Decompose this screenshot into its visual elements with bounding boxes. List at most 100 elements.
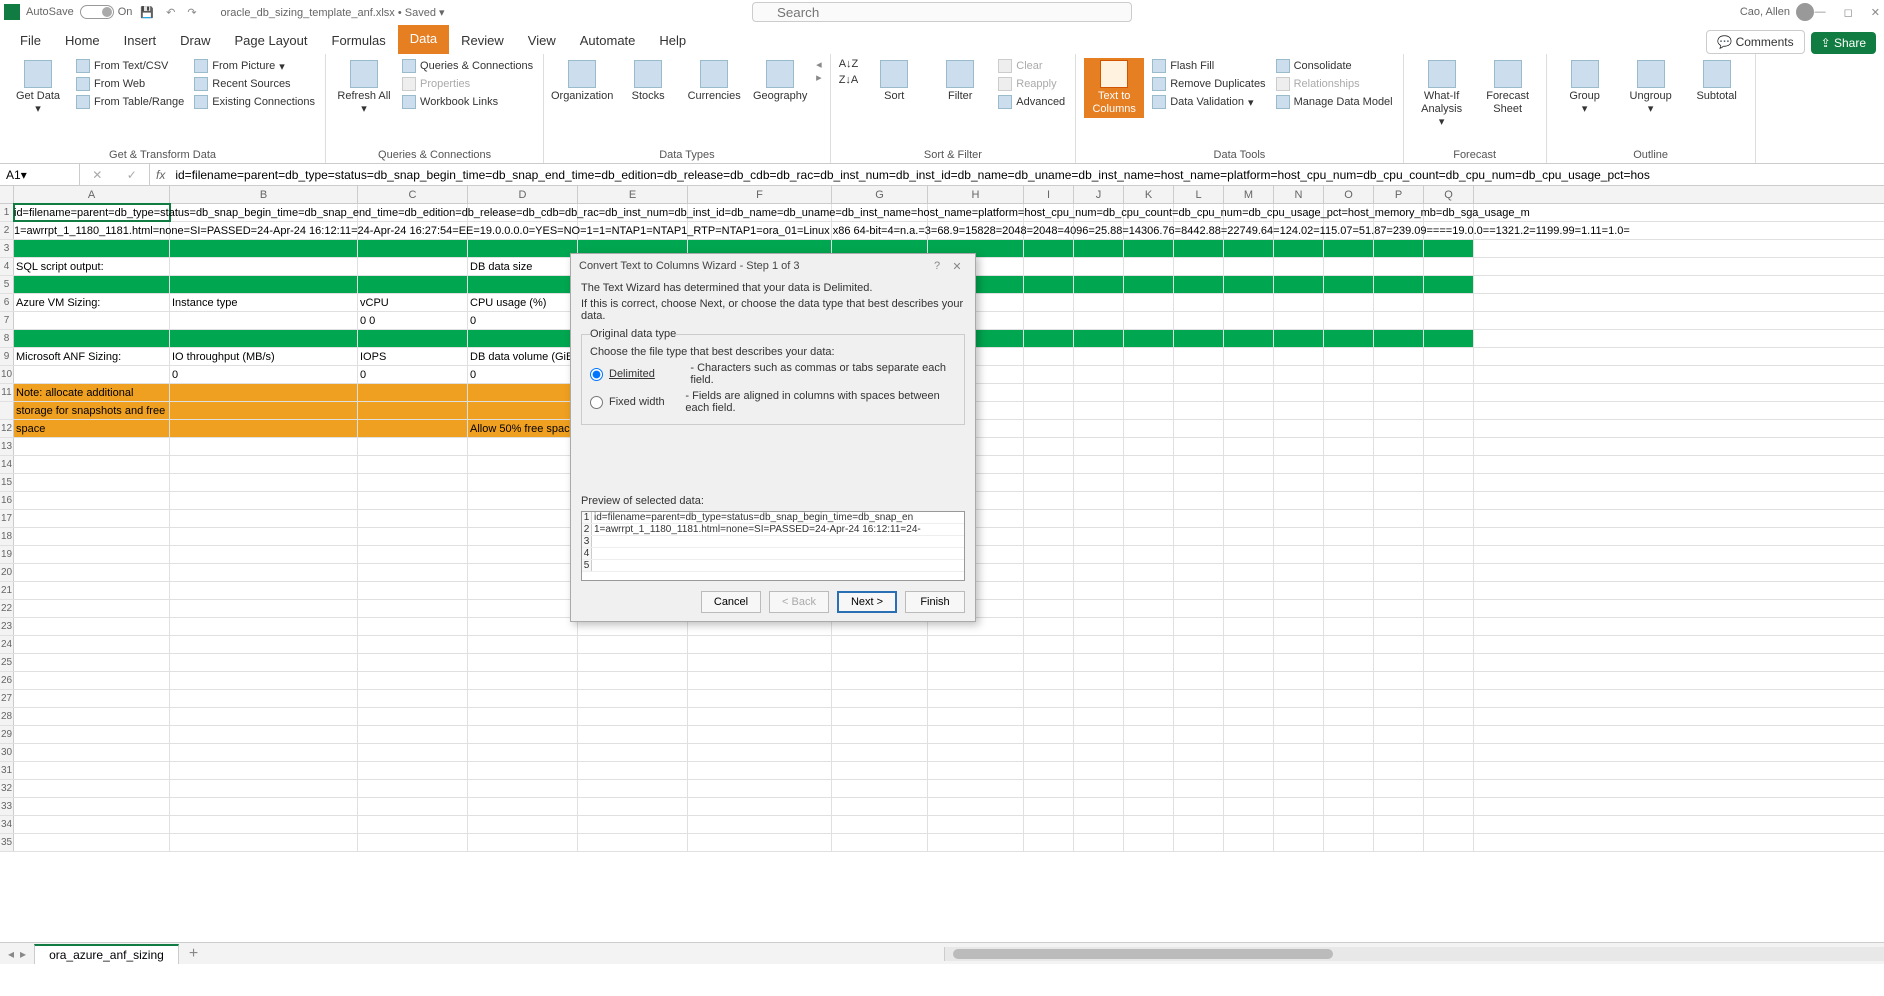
row-header-26[interactable]: 26 bbox=[0, 672, 14, 689]
cell-G2[interactable] bbox=[832, 222, 928, 239]
cell-H35[interactable] bbox=[928, 834, 1024, 851]
cell-B29[interactable] bbox=[170, 726, 358, 743]
cell-B4[interactable] bbox=[170, 258, 358, 275]
cell-I3[interactable] bbox=[1024, 240, 1074, 257]
cell-B[interactable] bbox=[170, 402, 358, 419]
cell-L6[interactable] bbox=[1174, 294, 1224, 311]
cell-M29[interactable] bbox=[1224, 726, 1274, 743]
cell-O12[interactable] bbox=[1324, 420, 1374, 437]
cell-C35[interactable] bbox=[358, 834, 468, 851]
cell-L23[interactable] bbox=[1174, 618, 1224, 635]
cell-I24[interactable] bbox=[1024, 636, 1074, 653]
col-header-C[interactable]: C bbox=[358, 186, 468, 203]
refresh-all-button[interactable]: Refresh All ▾ bbox=[334, 58, 394, 118]
col-header-P[interactable]: P bbox=[1374, 186, 1424, 203]
cell-J18[interactable] bbox=[1074, 528, 1124, 545]
cell-N2[interactable] bbox=[1274, 222, 1324, 239]
cell-K22[interactable] bbox=[1124, 600, 1174, 617]
tab-automate[interactable]: Automate bbox=[568, 27, 648, 54]
cell-L17[interactable] bbox=[1174, 510, 1224, 527]
cell-H34[interactable] bbox=[928, 816, 1024, 833]
cell-P24[interactable] bbox=[1374, 636, 1424, 653]
cell-I11[interactable] bbox=[1024, 384, 1074, 401]
cell-A15[interactable] bbox=[14, 474, 170, 491]
fixed-width-radio[interactable] bbox=[590, 396, 603, 409]
cell-Q26[interactable] bbox=[1424, 672, 1474, 689]
filename[interactable]: oracle_db_sizing_template_anf.xlsx • Sav… bbox=[221, 6, 445, 19]
cell-N18[interactable] bbox=[1274, 528, 1324, 545]
cell-Q12[interactable] bbox=[1424, 420, 1474, 437]
cell-Q25[interactable] bbox=[1424, 654, 1474, 671]
cell-A10[interactable] bbox=[14, 366, 170, 383]
cell-N10[interactable] bbox=[1274, 366, 1324, 383]
cell-K14[interactable] bbox=[1124, 456, 1174, 473]
cell-K30[interactable] bbox=[1124, 744, 1174, 761]
cell-K20[interactable] bbox=[1124, 564, 1174, 581]
cell-Q10[interactable] bbox=[1424, 366, 1474, 383]
cell-D21[interactable] bbox=[468, 582, 578, 599]
cell-B34[interactable] bbox=[170, 816, 358, 833]
cell-P32[interactable] bbox=[1374, 780, 1424, 797]
tab-view[interactable]: View bbox=[516, 27, 568, 54]
cell-K3[interactable] bbox=[1124, 240, 1174, 257]
cell-Q1[interactable] bbox=[1424, 204, 1474, 221]
cell-N25[interactable] bbox=[1274, 654, 1324, 671]
cell-N4[interactable] bbox=[1274, 258, 1324, 275]
autosave-toggle[interactable] bbox=[80, 5, 114, 19]
cell-A24[interactable] bbox=[14, 636, 170, 653]
cell-J21[interactable] bbox=[1074, 582, 1124, 599]
cell-B24[interactable] bbox=[170, 636, 358, 653]
cell-C14[interactable] bbox=[358, 456, 468, 473]
cell-M18[interactable] bbox=[1224, 528, 1274, 545]
cell-P[interactable] bbox=[1374, 402, 1424, 419]
cell-N15[interactable] bbox=[1274, 474, 1324, 491]
cell-J31[interactable] bbox=[1074, 762, 1124, 779]
row-header-30[interactable]: 30 bbox=[0, 744, 14, 761]
stocks-button[interactable]: Stocks bbox=[618, 58, 678, 105]
cell-I22[interactable] bbox=[1024, 600, 1074, 617]
cell-A29[interactable] bbox=[14, 726, 170, 743]
cell-Q35[interactable] bbox=[1424, 834, 1474, 851]
cell-A32[interactable] bbox=[14, 780, 170, 797]
cell-E33[interactable] bbox=[578, 798, 688, 815]
cell-M5[interactable] bbox=[1224, 276, 1274, 293]
cell-O11[interactable] bbox=[1324, 384, 1374, 401]
cell-P31[interactable] bbox=[1374, 762, 1424, 779]
cell-B30[interactable] bbox=[170, 744, 358, 761]
cell-L10[interactable] bbox=[1174, 366, 1224, 383]
row-header-9[interactable]: 9 bbox=[0, 348, 14, 365]
row-header-4[interactable]: 4 bbox=[0, 258, 14, 275]
cell-I21[interactable] bbox=[1024, 582, 1074, 599]
cell-B12[interactable] bbox=[170, 420, 358, 437]
cell-J34[interactable] bbox=[1074, 816, 1124, 833]
cell-P21[interactable] bbox=[1374, 582, 1424, 599]
cell-A31[interactable] bbox=[14, 762, 170, 779]
cell-B13[interactable] bbox=[170, 438, 358, 455]
cell-B27[interactable] bbox=[170, 690, 358, 707]
cell-Q18[interactable] bbox=[1424, 528, 1474, 545]
cell-N35[interactable] bbox=[1274, 834, 1324, 851]
cell-E35[interactable] bbox=[578, 834, 688, 851]
cell-Q22[interactable] bbox=[1424, 600, 1474, 617]
cell-I13[interactable] bbox=[1024, 438, 1074, 455]
col-header-H[interactable]: H bbox=[928, 186, 1024, 203]
cell-I28[interactable] bbox=[1024, 708, 1074, 725]
cell-F24[interactable] bbox=[688, 636, 832, 653]
cell-E30[interactable] bbox=[578, 744, 688, 761]
cell-C11[interactable] bbox=[358, 384, 468, 401]
cell-Q27[interactable] bbox=[1424, 690, 1474, 707]
cell-K31[interactable] bbox=[1124, 762, 1174, 779]
cell-A1[interactable] bbox=[14, 204, 170, 221]
cell-Q31[interactable] bbox=[1424, 762, 1474, 779]
cell-M6[interactable] bbox=[1224, 294, 1274, 311]
cell-H2[interactable] bbox=[928, 222, 1024, 239]
consolidate-button[interactable]: Consolidate bbox=[1274, 58, 1395, 74]
tab-file[interactable]: File bbox=[8, 27, 53, 54]
cell-G32[interactable] bbox=[832, 780, 928, 797]
cell-B20[interactable] bbox=[170, 564, 358, 581]
next-button[interactable]: Next > bbox=[837, 591, 897, 613]
cell-J8[interactable] bbox=[1074, 330, 1124, 347]
row-header-18[interactable]: 18 bbox=[0, 528, 14, 545]
col-header-N[interactable]: N bbox=[1274, 186, 1324, 203]
cell-L7[interactable] bbox=[1174, 312, 1224, 329]
